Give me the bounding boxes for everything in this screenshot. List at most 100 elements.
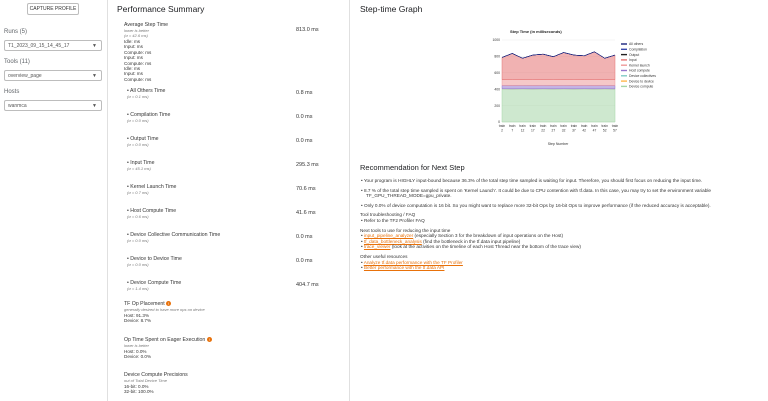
metric-output: Output Time (σ = 0.0 ms) 0.0 ms [127, 136, 347, 147]
chart-plot-area: 02004006008001000train2train7train12trai… [492, 38, 618, 132]
runs-label: Runs (5) [4, 29, 28, 35]
step-time-chart: Step Time (in milliseconds) 020040060080… [492, 29, 656, 146]
metric-value: 0.0 ms [296, 114, 313, 120]
metric-input: Input Time (σ = 45.1 ms) 295.3 ms [127, 160, 347, 171]
reco-item: 8.7 % of the total step time sampled is … [364, 188, 760, 199]
tools-select[interactable]: overview_page ▼ [4, 70, 102, 81]
performance-summary-panel: Performance Summary Average Step Time lo… [110, 0, 350, 401]
op-placement-note: generally desired to have more ops on de… [124, 307, 205, 312]
metric-value: 0.0 ms [296, 138, 313, 144]
analyze-tf-data-link[interactable]: Analyze tf.data performance with the TF … [364, 260, 463, 265]
legend-label: Device compute [629, 85, 653, 89]
chart-x-tick-label: train [519, 124, 526, 128]
chart-area-series [501, 51, 616, 80]
legend-label: Output [629, 53, 639, 57]
hosts-select-value: wanmca [8, 103, 27, 109]
chart-x-tick-label: 22 [541, 129, 545, 133]
chart-x-tick-label: 12 [521, 129, 525, 133]
chart-x-tick-label: 52 [603, 129, 607, 133]
chart-x-tick-label: train [499, 124, 506, 128]
chart-x-tick-label: train [530, 124, 537, 128]
metric-kernel-launch: Kernel Launch Time (σ = 0.7 ms) 70.6 ms [127, 184, 347, 195]
chart-x-tick-label: train [550, 124, 557, 128]
avg-step-breakdown: Idle: ms Input: ms Compute: ms Input: ms… [124, 39, 344, 82]
eager-lines: Host: 0.0% Device: 0.0% [124, 349, 344, 360]
metric-sigma: (σ = 0.1 ms) [127, 94, 149, 99]
sidebar: CAPTURE PROFILE Runs (5) T1_2023_09_15_1… [0, 0, 108, 401]
chart-y-tick-label: 400 [494, 87, 500, 91]
chart-y-tick-label: 1000 [492, 38, 500, 42]
chart-title: Step Time (in milliseconds) [510, 29, 562, 34]
tools-label: Tools (11) [4, 59, 30, 65]
trace-viewer-link[interactable]: trace_viewer [364, 244, 391, 249]
metric-value: 0.0 ms [296, 234, 313, 240]
info-icon[interactable]: ! [206, 337, 212, 343]
step-time-graph-panel: Step-time Graph Step Time (in millisecon… [352, 0, 768, 401]
better-perf-tf-data-link[interactable]: Better performance with the tf.data API [364, 265, 445, 270]
metric-device-collective: Device Collective Communication Time (σ … [127, 232, 347, 243]
precision-note: out of Total Device Time [124, 378, 167, 383]
chart-x-tick-label: train [540, 124, 547, 128]
chart-x-tick-label: 17 [531, 129, 535, 133]
chart-xlabel: Step Number [548, 142, 569, 146]
chart-y-tick-label: 600 [494, 71, 500, 75]
tf-data-bottleneck-link[interactable]: tf_data_bottleneck_analysis [364, 239, 422, 244]
runs-select[interactable]: T1_2023_09_15_14_45_17 ▼ [4, 40, 102, 51]
op-placement-lines: Host: 91.3% Device: 8.7% [124, 313, 344, 324]
metric-device-to-device: Device to Device Time (σ = 0.0 ms) 0.0 m… [127, 256, 347, 267]
hosts-label: Hosts [4, 89, 20, 95]
next-tool-desc: (find the bottleneck in the tf.data inpu… [421, 238, 521, 244]
tool-faq-item: Refer to the TF2 Profiler FAQ [364, 218, 760, 224]
chart-area-series [501, 85, 616, 90]
chevron-down-icon: ▼ [92, 103, 97, 109]
next-tool-item: trace_viewer (look at the activities on … [364, 244, 760, 250]
metric-compilation: Compilation Time (σ = 0.0 ms) 0.0 ms [127, 112, 347, 123]
summary-title: Performance Summary [117, 4, 205, 14]
metric-value: 41.6 ms [296, 210, 316, 216]
metric-sigma: (σ = 0.0 ms) [127, 262, 149, 267]
chart-x-tick-label: 27 [552, 129, 556, 133]
reco-item: Only 0.0% of device computation is 16 bi… [364, 203, 760, 209]
legend-label: Device collectives [629, 74, 656, 78]
avg-step-time-metric: Average Step Time lower is better (σ = 4… [124, 22, 344, 82]
metric-sigma: (σ = 0.0 ms) [127, 238, 149, 243]
chart-area-series [501, 79, 616, 86]
device-compute-precisions: Device Compute Precisions out of Total D… [124, 372, 344, 395]
chart-x-tick-label: 32 [562, 129, 566, 133]
other-resource-item: Better performance with the tf.data API [364, 265, 760, 271]
metric-value: 0.8 ms [296, 90, 313, 96]
hosts-select[interactable]: wanmca ▼ [4, 100, 102, 111]
eager-execution: Op Time Spent on Eager Execution ! lower… [124, 337, 344, 360]
runs-select-value: T1_2023_09_15_14_45_17 [8, 43, 70, 49]
breakdown-line: Compute: ms [124, 76, 152, 82]
metric-value: 295.3 ms [296, 162, 319, 168]
reco-item: Your program is HIGHLY input-bound becau… [364, 178, 760, 184]
metric-sigma: (σ = 0.0 ms) [127, 118, 149, 123]
chart-x-tick-label: 47 [593, 129, 597, 133]
chart-x-tick-label: train [509, 124, 516, 128]
tools-select-value: overview_page [8, 73, 42, 79]
metric-value: 0.0 ms [296, 258, 313, 264]
legend-label: Host compute [629, 69, 650, 73]
chevron-down-icon: ▼ [92, 43, 97, 49]
legend-label: Input [629, 58, 637, 62]
precision-lines: 16-bit: 0.0% 32-bit: 100.0% [124, 384, 344, 395]
reco-title: Recommendation for Next Step [360, 163, 465, 172]
capture-profile-button[interactable]: CAPTURE PROFILE [27, 3, 79, 15]
eager-note: lower is better [124, 343, 149, 348]
input-pipeline-analyzer-link[interactable]: input_pipeline_analyzer [364, 233, 413, 238]
chart-x-tick-label: 7 [511, 129, 513, 133]
chart-x-tick-label: 42 [582, 129, 586, 133]
chart-x-tick-label: train [602, 124, 609, 128]
legend-label: Device to device [629, 79, 654, 83]
metric-host-compute: Host Compute Time (σ = 0.6 ms) 41.6 ms [127, 208, 347, 219]
chart-x-tick-label: 57 [613, 129, 617, 133]
legend-label: Kernel launch [629, 63, 650, 67]
chart-x-tick-label: 37 [572, 129, 576, 133]
avg-step-value: 813.0 ms [296, 27, 319, 33]
info-icon[interactable]: ! [166, 301, 172, 307]
next-tool-desc: (especially Section 3 for the breakdown … [413, 233, 564, 239]
chart-area-series [501, 88, 616, 123]
metric-value: 70.6 ms [296, 186, 316, 192]
breakdown-line: Device: 0.0% [124, 354, 152, 360]
